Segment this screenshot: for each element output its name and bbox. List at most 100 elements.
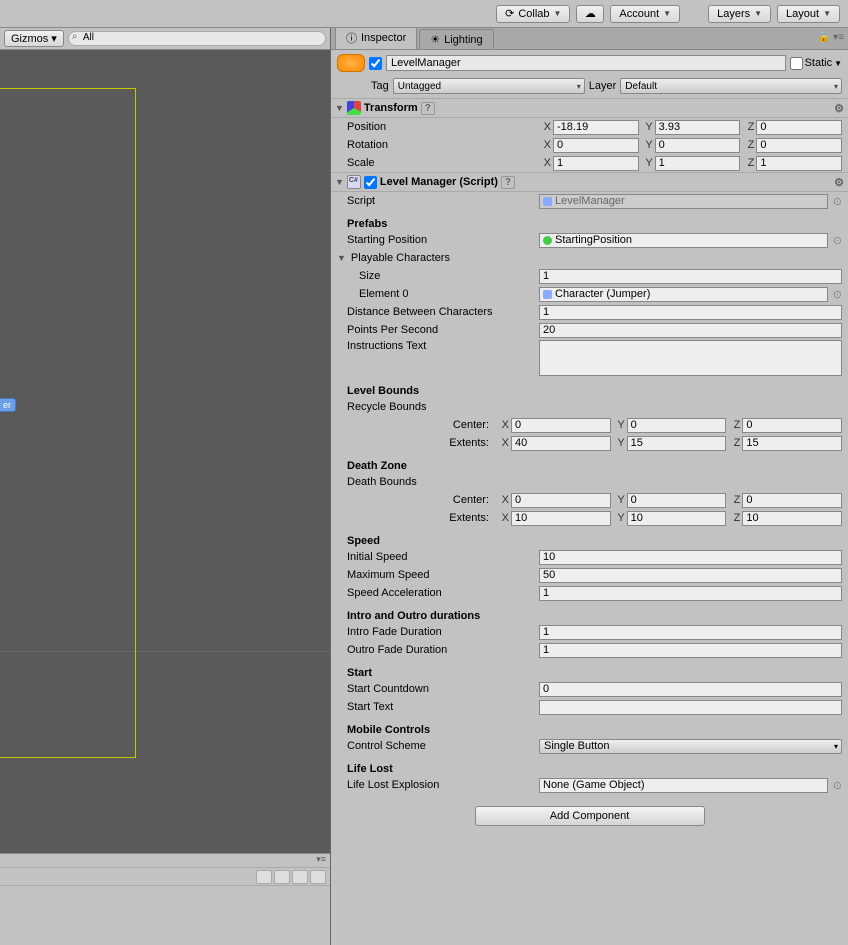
panel-icon-2[interactable] [274,870,290,884]
recycle-extents-z[interactable] [742,436,842,451]
tag-label: Tag [371,80,389,92]
death-extents-x[interactable] [511,511,611,526]
intro-fade-field[interactable] [539,625,842,640]
rotation-row: Rotation X Y Z [331,136,848,154]
component-enabled-checkbox[interactable] [364,176,377,189]
size-field[interactable] [539,269,842,284]
playable-characters-row[interactable]: ▼ Playable Characters [331,249,848,267]
recycle-center-x[interactable] [511,418,611,433]
scale-y[interactable] [655,156,741,171]
life-lost-explosion-field[interactable]: None (Game Object) [539,778,828,793]
recycle-center-row: Center: X Y Z [331,416,848,434]
tag-dropdown[interactable]: Untagged [393,78,585,94]
initial-speed-field[interactable] [539,550,842,565]
panel-menu-icon[interactable]: ▾≡ [316,854,326,867]
object-picker-icon[interactable]: ⊙ [833,234,842,247]
extents-label: Extents: [347,512,495,524]
prefabs-header: Prefabs [331,210,848,231]
speed-header: Speed [331,527,848,548]
distance-field[interactable] [539,305,842,320]
start-text-row: Start Text [331,698,848,716]
recycle-bounds-label-row: Recycle Bounds [331,398,848,416]
instructions-field[interactable] [539,340,842,376]
death-bounds-label: Death Bounds [347,476,537,488]
static-dropdown-icon[interactable]: ▼ [834,59,842,68]
rotation-label: Rotation [347,139,537,151]
recycle-center-y[interactable] [627,418,727,433]
distance-row: Distance Between Characters [331,303,848,321]
foldout-icon[interactable]: ▼ [337,253,346,263]
scale-x[interactable] [553,156,639,171]
layout-button[interactable]: Layout▼ [777,5,840,23]
position-x[interactable] [553,120,639,135]
scene-search[interactable]: All [68,31,326,46]
gameobject-icon[interactable] [337,54,365,72]
gear-icon[interactable]: ⚙ [834,102,844,115]
start-countdown-label: Start Countdown [347,683,537,695]
speed-accel-row: Speed Acceleration [331,584,848,602]
recycle-extents-x[interactable] [511,436,611,451]
death-center-x[interactable] [511,493,611,508]
position-z[interactable] [756,120,842,135]
scene-selection-rect [0,88,136,758]
starting-position-field[interactable]: StartingPosition [539,233,828,248]
recycle-extents-y[interactable] [627,436,727,451]
instructions-label: Instructions Text [347,340,537,352]
panel-icon-1[interactable] [256,870,272,884]
help-icon[interactable]: ? [421,102,435,115]
gameobject-name-field[interactable] [386,55,786,71]
control-scheme-dropdown[interactable]: Single Button [539,739,842,754]
death-center-y[interactable] [627,493,727,508]
speed-accel-field[interactable] [539,586,842,601]
lock-icon[interactable] [292,870,308,884]
object-picker-icon[interactable]: ⊙ [833,779,842,792]
object-picker-icon[interactable]: ⊙ [833,288,842,301]
distance-label: Distance Between Characters [347,306,537,318]
static-checkbox[interactable] [790,57,803,70]
levelmanager-header[interactable]: ▼ Level Manager (Script) ? ⚙ [331,172,848,192]
scene-view[interactable]: er [0,50,330,853]
start-countdown-field[interactable] [539,682,842,697]
add-component-button[interactable]: Add Component [475,806,705,826]
static-toggle[interactable]: Static ▼ [790,57,842,70]
outro-fade-field[interactable] [539,643,842,658]
rotation-y[interactable] [655,138,741,153]
star-icon[interactable] [310,870,326,884]
control-scheme-label: Control Scheme [347,740,537,752]
speed-accel-label: Speed Acceleration [347,587,537,599]
layers-button[interactable]: Layers▼ [708,5,771,23]
foldout-icon[interactable]: ▼ [335,103,344,113]
element0-field[interactable]: Character (Jumper) [539,287,828,302]
cloud-button[interactable]: ☁ [576,5,604,23]
recycle-center-z[interactable] [742,418,842,433]
gameobject-active-checkbox[interactable] [369,57,382,70]
scale-z[interactable] [756,156,842,171]
panel-lock-icon[interactable]: 🔒 ▾≡ [818,32,844,43]
position-y[interactable] [655,120,741,135]
death-center-z[interactable] [742,493,842,508]
element0-label: Element 0 [359,288,537,300]
gizmos-button[interactable]: Gizmos▾ [4,30,64,47]
z-label: Z [744,121,754,133]
foldout-icon[interactable]: ▼ [335,177,344,187]
start-text-field[interactable] [539,700,842,715]
script-label: Script [347,195,537,207]
rotation-z[interactable] [756,138,842,153]
life-lost-explosion-label: Life Lost Explosion [347,779,537,791]
transform-header[interactable]: ▼ Transform ? ⚙ [331,98,848,118]
scene-object-label[interactable]: er [0,398,16,412]
death-extents-z[interactable] [742,511,842,526]
rotation-x[interactable] [553,138,639,153]
max-speed-field[interactable] [539,568,842,583]
tab-lighting[interactable]: ☀Lighting [419,29,493,49]
points-field[interactable] [539,323,842,338]
death-extents-y[interactable] [627,511,727,526]
life-lost-header: Life Lost [331,755,848,776]
layer-dropdown[interactable]: Default [620,78,842,94]
collab-button[interactable]: ⟳Collab▼ [496,5,570,23]
gear-icon[interactable]: ⚙ [834,176,844,189]
tab-inspector[interactable]: ⓘInspector [335,28,417,49]
help-icon[interactable]: ? [501,176,515,189]
account-button[interactable]: Account▼ [610,5,680,23]
object-picker-icon[interactable]: ⊙ [833,195,842,208]
